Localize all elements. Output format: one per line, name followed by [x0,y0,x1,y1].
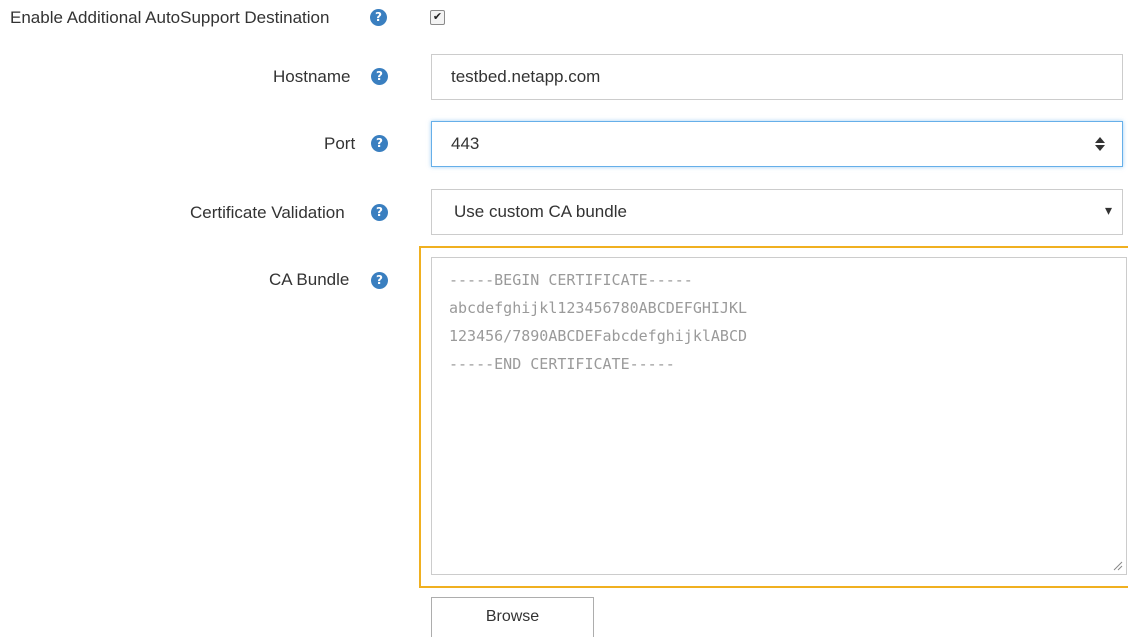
hostname-value: testbed.netapp.com [451,67,601,86]
checkmark-icon: ✔ [432,11,443,23]
resize-grip-icon[interactable] [1113,561,1123,571]
port-label: Port [324,134,356,153]
enable-destination-checkbox[interactable]: ✔ [430,10,445,25]
ca-bundle-line: -----END CERTIFICATE----- [449,355,675,373]
cert-validation-label: Certificate Validation [190,203,345,222]
browse-button[interactable]: Browse [431,597,594,637]
port-value: 443 [451,134,480,153]
caret-down-icon: ▾ [1104,202,1112,218]
enable-destination-label: Enable Additional AutoSupport Destinatio… [10,8,330,27]
cert-validation-help-icon[interactable]: ? [371,204,388,221]
port-help-icon[interactable]: ? [371,135,388,152]
ca-bundle-textarea[interactable]: -----BEGIN CERTIFICATE----- abcdefghijkl… [431,257,1127,575]
ca-bundle-line: 123456/7890ABCDEFabcdefghijklABCD [449,327,748,345]
hostname-help-icon[interactable]: ? [371,68,388,85]
ca-bundle-line: abcdefghijkl123456780ABCDEFGHIJKL [449,299,748,317]
ca-bundle-line: -----BEGIN CERTIFICATE----- [449,271,693,289]
spinner-arrows-icon[interactable] [1094,134,1106,154]
ca-bundle-label: CA Bundle [269,270,350,289]
cert-validation-select[interactable]: Use custom CA bundle ▾ [431,189,1123,235]
cert-validation-selected-value: Use custom CA bundle [454,202,627,221]
enable-destination-help-icon[interactable]: ? [370,9,387,26]
hostname-input[interactable]: testbed.netapp.com [431,54,1123,100]
hostname-label: Hostname [273,67,351,86]
ca-bundle-help-icon[interactable]: ? [371,272,388,289]
port-input[interactable]: 443 [431,121,1123,167]
